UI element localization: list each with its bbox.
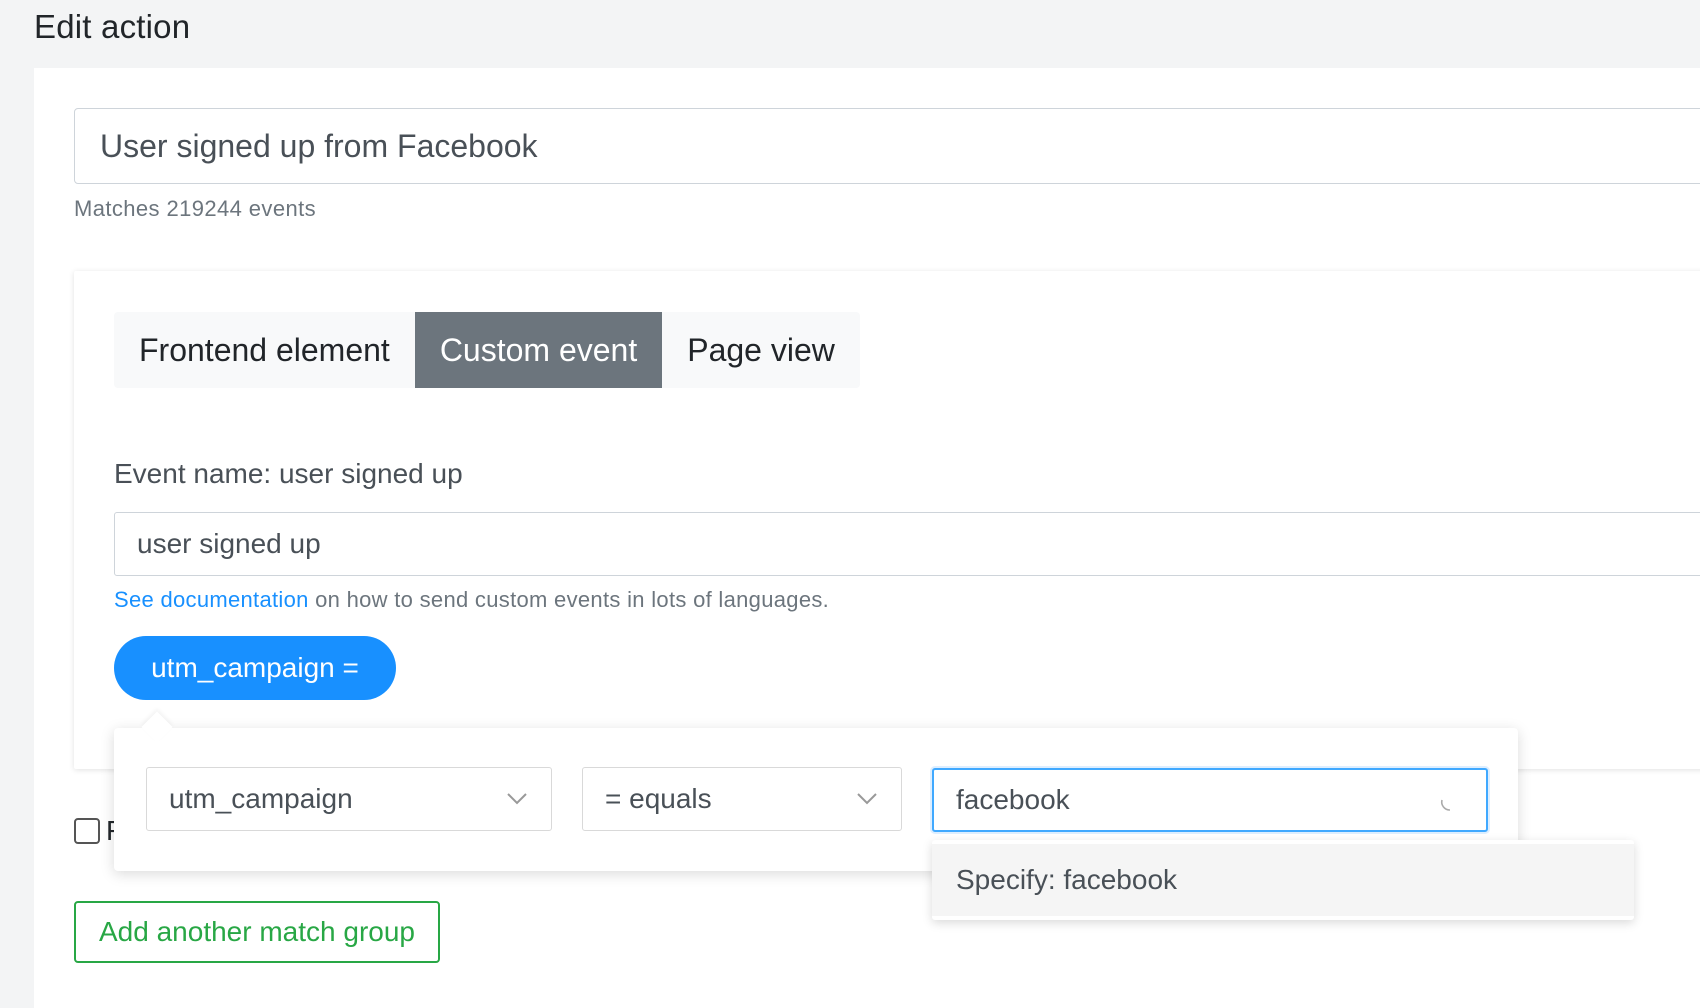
- property-value-field: [932, 768, 1488, 832]
- operator-value: = equals: [605, 783, 712, 814]
- documentation-hint-text: on how to send custom events in lots of …: [308, 587, 830, 612]
- operator-select[interactable]: = equals: [582, 767, 902, 831]
- property-key-value: utm_campaign: [169, 783, 353, 814]
- value-dropdown-menu: Specify: facebook: [932, 840, 1634, 920]
- documentation-hint: See documentation on how to send custom …: [114, 587, 829, 613]
- page-title: Edit action: [34, 8, 191, 45]
- matches-count-text: Matches 219244 events: [74, 196, 316, 221]
- event-type-tabs: Frontend element Custom event Page view: [114, 312, 860, 388]
- tab-page-view[interactable]: Page view: [662, 312, 860, 388]
- tab-custom-event[interactable]: Custom event: [414, 312, 663, 388]
- event-name-label: Event name: user signed up: [114, 458, 463, 489]
- add-match-group-button[interactable]: Add another match group: [74, 901, 440, 963]
- chevron-down-icon: [857, 793, 877, 805]
- property-filter-pill[interactable]: utm_campaign =: [114, 636, 396, 700]
- checkbox[interactable]: [74, 818, 100, 844]
- dropdown-option-specify[interactable]: Specify: facebook: [932, 844, 1634, 916]
- property-key-select[interactable]: utm_campaign: [146, 767, 552, 831]
- event-name-input[interactable]: [114, 512, 1700, 576]
- checkbox-label: F: [106, 815, 114, 847]
- property-value-input[interactable]: [934, 770, 1486, 830]
- tab-frontend-element[interactable]: Frontend element: [114, 312, 415, 388]
- chevron-down-icon: [507, 793, 527, 805]
- documentation-link[interactable]: See documentation: [114, 587, 309, 612]
- spinner-icon: [1440, 799, 1451, 811]
- action-name-input[interactable]: [74, 108, 1700, 184]
